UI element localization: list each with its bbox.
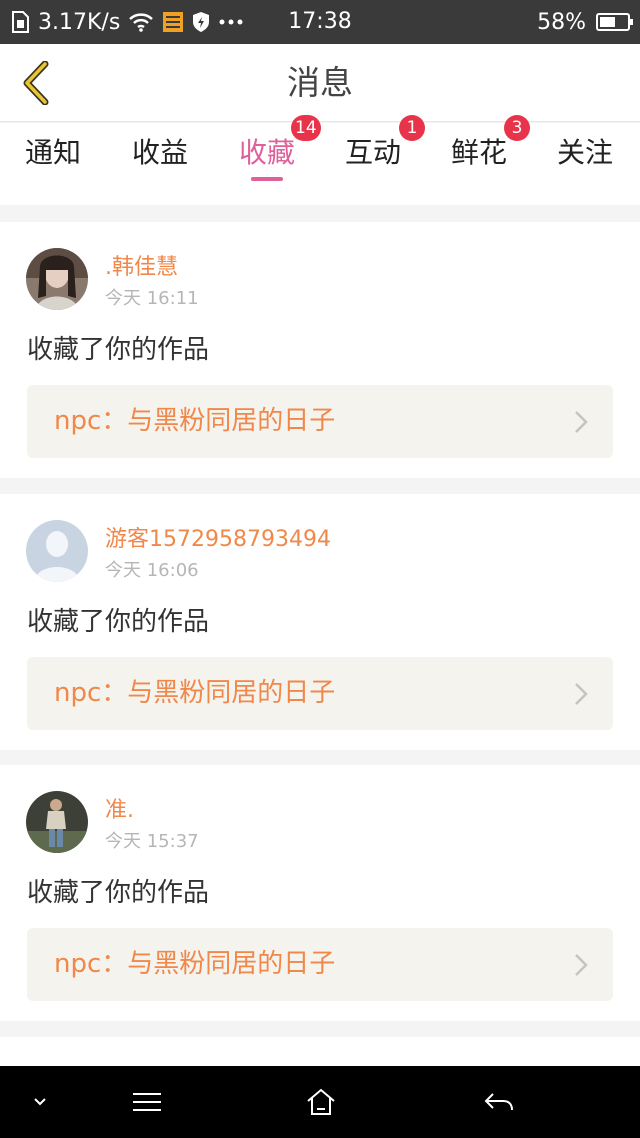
tab-badge: 1 [399, 115, 425, 141]
tab-flowers[interactable]: 鲜花 3 [426, 115, 532, 205]
message-time: 今天 16:11 [105, 288, 199, 309]
list-item: 游客1572958793494 今天 16:06 收藏了你的作品 npc：与黑粉… [0, 494, 640, 750]
chevron-down-icon [34, 1098, 46, 1106]
tab-active-indicator [251, 177, 283, 181]
tab-favorites[interactable]: 收藏 14 [214, 115, 321, 205]
work-link[interactable]: npc：与黑粉同居的日子 [27, 928, 613, 1001]
page-title: 消息 [287, 63, 353, 102]
nav-menu-button[interactable] [122, 1066, 172, 1138]
battery-icon [596, 13, 633, 31]
tab-interaction[interactable]: 互动 1 [320, 115, 426, 205]
battery-percent: 58% [537, 9, 586, 35]
user-name[interactable]: 游客1572958793494 [105, 526, 331, 554]
tab-badge: 14 [291, 115, 321, 141]
user-name[interactable]: .韩佳慧 [105, 254, 178, 282]
default-avatar-icon [26, 520, 88, 582]
avatar[interactable] [26, 520, 88, 582]
work-title: npc：与黑粉同居的日子 [54, 406, 336, 436]
back-arrow-icon [484, 1093, 513, 1111]
tab-badge: 3 [504, 115, 530, 141]
battery-fill [600, 17, 615, 27]
photo-avatar-girl-icon [26, 248, 88, 310]
message-text: 收藏了你的作品 [27, 335, 210, 365]
system-nav-bar [0, 1066, 640, 1138]
menu-icon [133, 1093, 161, 1111]
chevron-right-icon [575, 954, 588, 976]
chevron-right-icon [575, 411, 588, 433]
avatar[interactable] [26, 791, 88, 853]
tab-following[interactable]: 关注 [532, 123, 638, 205]
status-right: 58% [537, 0, 633, 44]
list-item: 准. 今天 15:37 收藏了你的作品 npc：与黑粉同居的日子 [0, 765, 640, 1021]
nav-collapse-button[interactable] [20, 1066, 60, 1138]
user-name[interactable]: 准. [105, 797, 134, 825]
status-bar: 3.17K/s 17:38 58% [0, 0, 640, 44]
tab-label: 收益 [131, 136, 188, 169]
message-text: 收藏了你的作品 [27, 878, 210, 908]
tab-bar: 通知 收益 收藏 14 互动 1 鲜花 3 关注 [0, 115, 640, 205]
tab-earnings[interactable]: 收益 [107, 123, 213, 205]
work-title: npc：与黑粉同居的日子 [54, 678, 336, 708]
work-link[interactable]: npc：与黑粉同居的日子 [27, 385, 613, 458]
tab-label: 关注 [556, 136, 613, 169]
message-time: 今天 16:06 [105, 560, 199, 581]
home-icon [307, 1088, 335, 1115]
tab-label: 通知 [24, 136, 81, 169]
nav-back-button[interactable] [474, 1066, 524, 1138]
message-text: 收藏了你的作品 [27, 607, 210, 637]
nav-home-button[interactable] [296, 1066, 346, 1138]
list-item: .韩佳慧 今天 16:11 收藏了你的作品 npc：与黑粉同居的日子 [0, 222, 640, 478]
photo-avatar-person-icon [26, 791, 88, 853]
work-title: npc：与黑粉同居的日子 [54, 949, 336, 979]
message-time: 今天 15:37 [105, 831, 199, 852]
chevron-right-icon [575, 683, 588, 705]
work-link[interactable]: npc：与黑粉同居的日子 [27, 657, 613, 730]
avatar[interactable] [26, 248, 88, 310]
header: 消息 [0, 44, 640, 122]
tab-notice[interactable]: 通知 [0, 123, 106, 205]
